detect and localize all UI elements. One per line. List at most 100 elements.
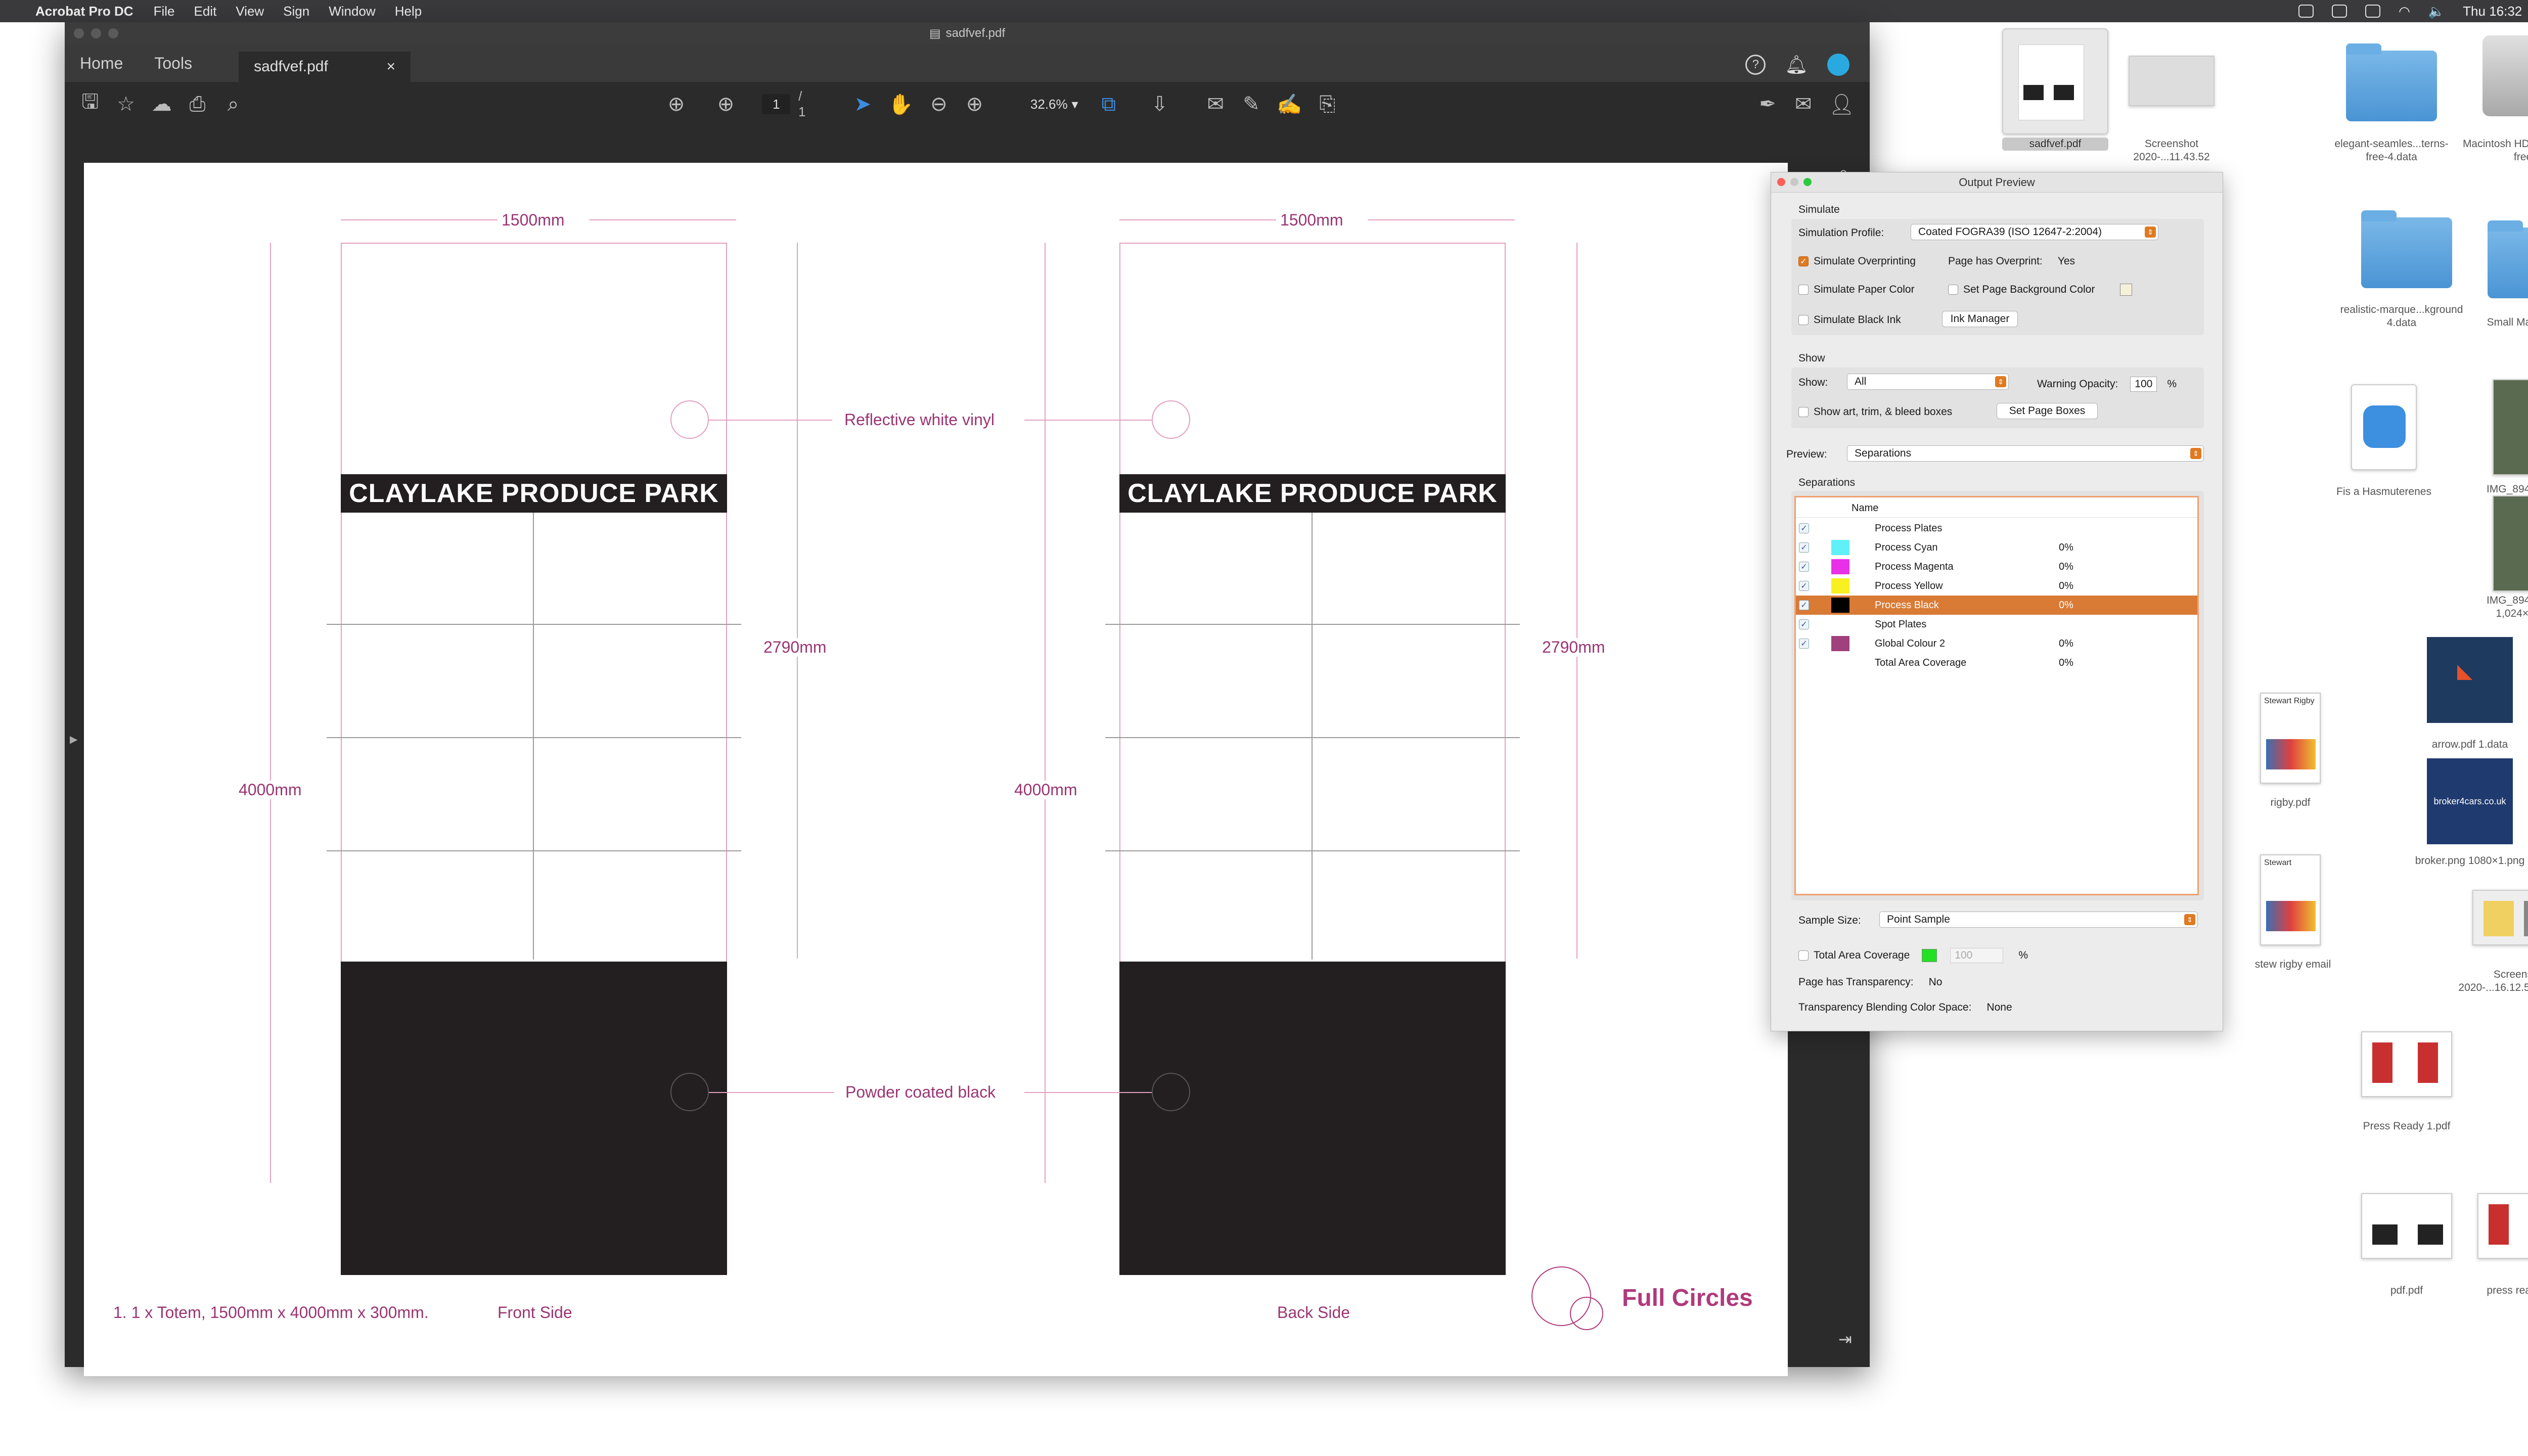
email-icon[interactable]: ✉ — [1793, 90, 1814, 118]
desktop-folder-2[interactable] — [2361, 210, 2452, 288]
add-user-icon[interactable]: 👤︎ — [1829, 90, 1855, 118]
sep-checkbox[interactable]: ✓ — [1799, 639, 1809, 649]
simulation-profile-select[interactable]: Coated FOGRA39 (ISO 12647-2:2004) ⇕ — [1911, 224, 2158, 240]
scroll-mode-icon[interactable]: ⇩ — [1149, 90, 1170, 118]
tab-home[interactable]: Home — [65, 54, 139, 82]
show-select[interactable]: All ⇕ — [1847, 374, 2009, 390]
set-page-bg-checkbox[interactable] — [1948, 285, 1958, 295]
sep-row-process-yellow[interactable]: ✓ Process Yellow 0% — [1796, 576, 2197, 596]
tab-tools[interactable]: Tools — [139, 54, 208, 82]
show-boxes-checkbox[interactable] — [1798, 407, 1809, 417]
desktop-file-arrow[interactable] — [2427, 637, 2513, 723]
warning-opacity-input[interactable]: 100 — [2130, 377, 2157, 392]
preview-select[interactable]: Separations ⇕ — [1847, 445, 2204, 462]
page-bg-color-swatch[interactable] — [2120, 284, 2133, 296]
comment-icon[interactable]: ✉ — [1205, 90, 1226, 118]
sep-row-spot-plates[interactable]: ✓ Spot Plates — [1796, 615, 2197, 634]
stamp-icon[interactable]: ⎘ — [1317, 90, 1338, 118]
sep-checkbox[interactable]: ✓ — [1799, 581, 1809, 591]
sep-checkbox[interactable]: ✓ — [1799, 523, 1809, 533]
menu-file[interactable]: File — [154, 4, 175, 19]
desktop-file-broker[interactable]: broker4cars.co.uk — [2427, 758, 2513, 844]
desktop-file-affinity[interactable] — [2351, 384, 2417, 470]
desktop-file-sadfvef[interactable] — [2002, 28, 2108, 134]
expand-panel-icon[interactable]: ⇥ — [1838, 1330, 1852, 1349]
desktop-file-rigby[interactable]: Stewart Rigby — [2260, 693, 2321, 784]
select-cursor-icon[interactable]: ➤ — [852, 90, 873, 118]
column-name-header[interactable]: Name — [1852, 503, 1878, 514]
desktop-folder-3[interactable] — [2488, 220, 2528, 298]
desktop-file-screenshot1[interactable] — [2129, 56, 2215, 106]
save-icon[interactable]: 🖫 — [80, 90, 101, 118]
account-avatar[interactable] — [1827, 54, 1849, 76]
highlight-pen-icon[interactable]: ✎ — [1241, 90, 1262, 118]
simulate-overprinting-checkbox[interactable]: ✓ — [1798, 256, 1809, 266]
sep-row-global-colour-2[interactable]: ✓ Global Colour 2 0% — [1796, 634, 2197, 653]
page-fit-icon[interactable]: ⧉ — [1098, 90, 1119, 118]
simulate-paper-checkbox[interactable] — [1798, 285, 1809, 295]
hand-tool-icon[interactable]: ✋ — [888, 90, 914, 118]
total-area-input[interactable]: 100 — [1950, 948, 2004, 963]
menu-view[interactable]: View — [236, 4, 264, 19]
sep-row-process-plates[interactable]: ✓ Process Plates — [1796, 519, 2197, 538]
zoom-dropdown[interactable]: 32.6% ▾ — [1030, 94, 1078, 114]
set-page-boxes-button[interactable]: Set Page Boxes — [1997, 403, 2098, 419]
next-page-icon[interactable]: ⊕ — [712, 90, 739, 118]
simulate-black-checkbox[interactable] — [1798, 315, 1809, 325]
bookmark-star-icon[interactable]: ☆ — [116, 90, 137, 118]
zoom-in-icon[interactable]: ⊕ — [964, 90, 985, 118]
dialog-minimize-button[interactable] — [1790, 178, 1798, 186]
menu-help[interactable]: Help — [395, 4, 422, 19]
fill-sign-icon[interactable]: ✒ — [1757, 90, 1778, 118]
sep-row-process-cyan[interactable]: ✓ Process Cyan 0% — [1796, 538, 2197, 557]
macintosh-hd-icon[interactable] — [2482, 35, 2528, 116]
sep-row-process-magenta[interactable]: ✓ Process Magenta 0% — [1796, 557, 2197, 576]
creative-cloud-icon[interactable] — [2298, 5, 2314, 18]
desktop-file-pressready1[interactable] — [2361, 1031, 2452, 1097]
dialog-zoom-button[interactable] — [1803, 178, 1812, 186]
menu-window[interactable]: Window — [329, 4, 375, 19]
sep-checkbox[interactable]: ✓ — [1799, 600, 1809, 610]
total-area-color-swatch[interactable] — [1922, 949, 1937, 962]
zoom-window-button[interactable] — [108, 28, 118, 38]
ink-manager-button[interactable]: Ink Manager — [1942, 311, 2018, 327]
app-menu[interactable]: Acrobat Pro DC — [35, 4, 133, 19]
sep-checkbox[interactable]: ✓ — [1799, 619, 1809, 629]
volume-icon[interactable]: 🔈 — [2428, 4, 2445, 19]
clock[interactable]: Thu 16:32 — [2463, 4, 2522, 19]
desktop-file-img8944[interactable] — [2493, 379, 2528, 475]
zoom-out-search-icon[interactable]: ⌕ — [223, 90, 244, 118]
sample-size-select[interactable]: Point Sample ⇕ — [1879, 912, 2198, 928]
print-icon[interactable]: ⎙ — [187, 90, 208, 118]
desktop-file-pressready[interactable] — [2477, 1193, 2528, 1259]
tab-close-icon[interactable]: × — [387, 58, 396, 75]
left-panel-toggle-icon[interactable]: ▶ — [70, 733, 77, 746]
total-area-checkbox[interactable] — [1798, 950, 1809, 961]
menu-edit[interactable]: Edit — [194, 4, 216, 19]
sep-checkbox[interactable]: ✓ — [1799, 542, 1809, 553]
sep-row-total-area[interactable]: Total Area Coverage 0% — [1796, 653, 2197, 672]
dialog-close-button[interactable] — [1777, 178, 1785, 186]
sync-icon[interactable] — [2365, 5, 2381, 18]
desktop-file-stew[interactable]: Stewart — [2260, 854, 2321, 945]
wifi-icon[interactable]: ◠ — [2399, 4, 2410, 19]
dialog-titlebar[interactable]: Output Preview — [1771, 172, 2223, 193]
prev-page-icon[interactable]: ⊕ — [663, 90, 690, 118]
time-machine-icon[interactable] — [2332, 5, 2348, 18]
sep-checkbox[interactable]: ✓ — [1799, 562, 1809, 572]
tab-document[interactable]: sadfvef.pdf × — [239, 52, 411, 82]
desktop-file-pdf[interactable] — [2361, 1193, 2452, 1259]
notification-bell-icon[interactable]: 🔔︎ — [1785, 54, 1808, 75]
help-icon[interactable]: ? — [1745, 55, 1766, 75]
menu-sign[interactable]: Sign — [283, 4, 309, 19]
minimize-window-button[interactable] — [91, 28, 101, 38]
sep-row-process-black[interactable]: ✓ Process Black 0% — [1796, 596, 2197, 615]
close-window-button[interactable] — [74, 28, 84, 38]
desktop-file-img8940[interactable] — [2493, 495, 2528, 592]
desktop-file-screenshot2[interactable] — [2472, 890, 2528, 945]
draw-sign-icon[interactable]: ✍ — [1277, 90, 1302, 118]
zoom-out-icon[interactable]: ⊖ — [929, 90, 950, 118]
window-titlebar[interactable]: ▤ sadfvef.pdf — [65, 22, 1870, 44]
desktop-folder-1[interactable] — [2346, 43, 2437, 121]
cloud-upload-icon[interactable]: ☁ — [151, 90, 172, 118]
